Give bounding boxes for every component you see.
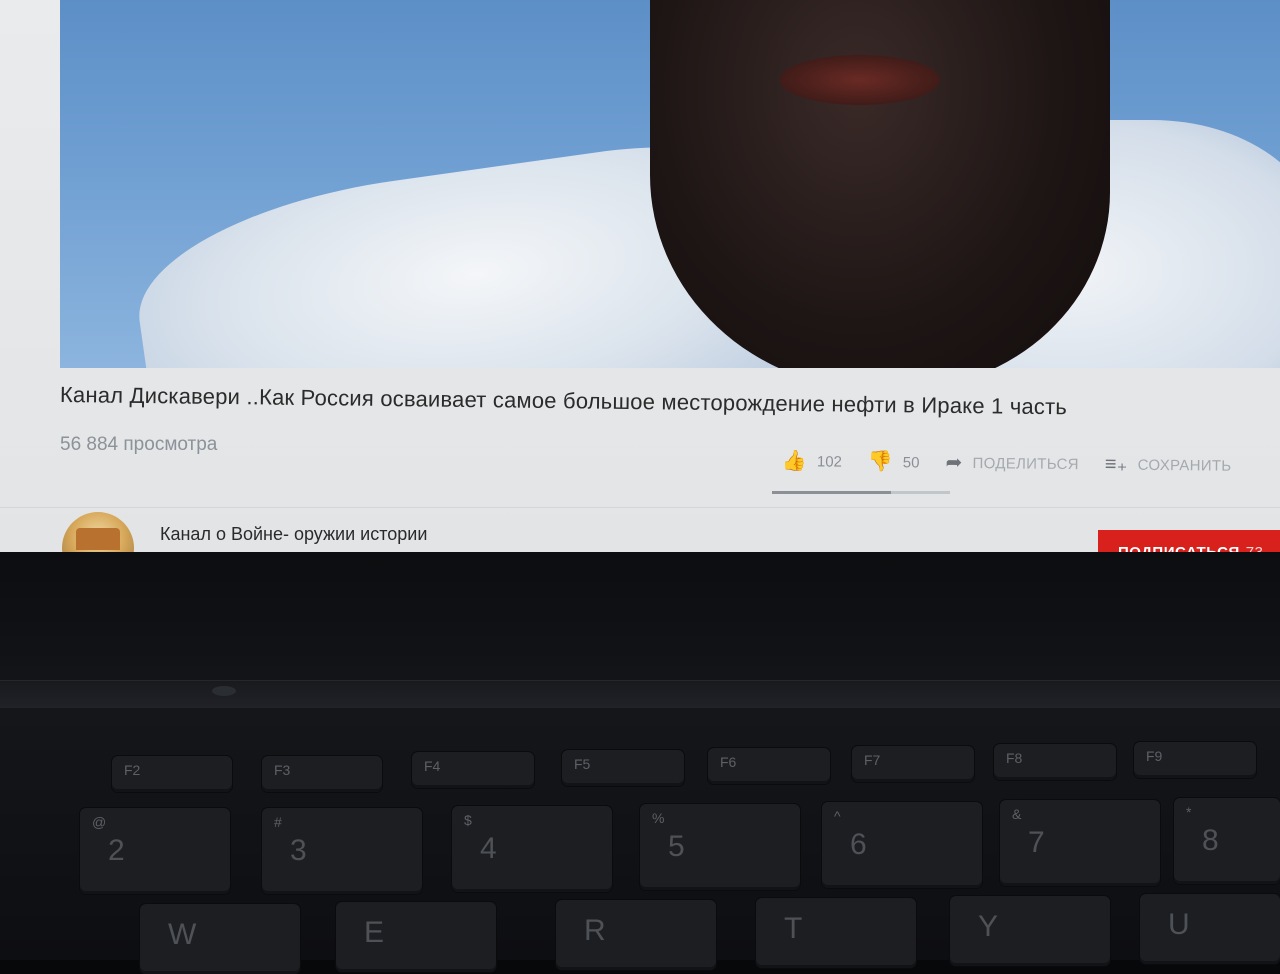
channel-name[interactable]: Канал о Войне- оружии истории <box>160 524 427 545</box>
key-f9[interactable]: F9 <box>1134 742 1256 778</box>
key-2[interactable]: @2 <box>80 808 230 894</box>
key-letter: W <box>168 918 197 951</box>
like-ratio-bar <box>772 491 950 494</box>
key-letter: E <box>364 916 385 949</box>
key-digit: 7 <box>1028 826 1045 859</box>
key-f2[interactable]: F2 <box>112 756 232 792</box>
thumbs-down-icon: 👎 <box>867 450 893 474</box>
share-arrow-icon: ➦ <box>945 451 963 474</box>
like-ratio-fill <box>772 491 892 494</box>
video-frame-mouth <box>780 55 940 105</box>
key-digit: 4 <box>480 832 497 865</box>
key-f8[interactable]: F8 <box>994 744 1116 780</box>
key-label: F4 <box>424 758 441 774</box>
key-f3[interactable]: F3 <box>262 756 382 792</box>
save-label: СОХРАНИТЬ <box>1137 456 1232 475</box>
video-actions: 👍 102 👎 50 ➦ ПОДЕЛИТЬСЯ ≡₊ СОХРАНИТЬ <box>782 448 1258 479</box>
key-3[interactable]: #3 <box>262 808 422 894</box>
key-symbol: * <box>1186 804 1192 820</box>
key-f7[interactable]: F7 <box>852 746 974 782</box>
key-letter: R <box>584 914 606 947</box>
key-6[interactable]: ^ 6 <box>822 802 982 888</box>
key-label: F6 <box>720 754 737 770</box>
key-symbol: & <box>1012 806 1022 822</box>
key-letter: U <box>1168 908 1190 941</box>
key-w[interactable]: W <box>140 904 300 974</box>
laptop-hinge <box>0 680 1280 709</box>
key-letter: Y <box>978 910 999 943</box>
key-e[interactable]: E <box>336 902 496 972</box>
avatar-image <box>76 528 120 550</box>
key-f6[interactable]: F6 <box>708 748 830 784</box>
video-player[interactable] <box>60 0 1280 368</box>
view-count: 56 884 просмотра <box>60 434 218 455</box>
share-button[interactable]: ➦ ПОДЕЛИТЬСЯ <box>945 451 1079 474</box>
divider <box>0 507 1280 508</box>
dislike-button[interactable]: 👎 50 <box>867 450 920 474</box>
key-digit: 5 <box>668 830 685 863</box>
key-u[interactable]: U <box>1140 894 1280 964</box>
key-digit: 8 <box>1202 824 1219 857</box>
key-8[interactable]: * 8 <box>1174 798 1280 884</box>
power-indicator <box>212 686 236 696</box>
laptop-screen: Канал Дискавери ..Как Россия осваивает с… <box>0 0 1280 560</box>
key-digit: 2 <box>108 834 125 867</box>
save-button[interactable]: ≡₊ СОХРАНИТЬ <box>1104 453 1232 476</box>
key-f5[interactable]: F5 <box>562 750 684 786</box>
key-symbol: # <box>274 814 282 830</box>
key-4[interactable]: $4 <box>452 806 612 892</box>
key-symbol: @ <box>92 814 107 830</box>
playlist-add-icon: ≡₊ <box>1104 453 1128 476</box>
key-t[interactable]: T <box>756 898 916 968</box>
key-label: F9 <box>1146 748 1163 764</box>
key-symbol: ^ <box>834 808 841 824</box>
like-button[interactable]: 👍 102 <box>781 450 843 473</box>
key-y[interactable]: Y <box>950 896 1110 966</box>
thumbs-up-icon: 👍 <box>781 450 808 473</box>
key-label: F8 <box>1006 750 1023 766</box>
key-symbol: % <box>652 810 665 826</box>
key-5[interactable]: % 5 <box>640 804 800 890</box>
keyboard: F2 F3 F4 F5 F6 F7 F8 F9 @2 #3 $4 % 5 ^ 6 &… <box>0 708 1280 974</box>
key-7[interactable]: & 7 <box>1000 800 1160 886</box>
key-digit: 6 <box>850 828 867 861</box>
video-title: Канал Дискавери ..Как Россия осваивает с… <box>59 382 1068 420</box>
share-label: ПОДЕЛИТЬСЯ <box>972 454 1079 473</box>
key-label: F3 <box>274 762 291 778</box>
like-count: 102 <box>816 452 843 471</box>
key-label: F7 <box>864 752 881 768</box>
key-symbol: $ <box>464 812 472 828</box>
key-letter: T <box>784 912 803 945</box>
key-label: F2 <box>124 762 141 778</box>
key-label: F5 <box>574 756 591 772</box>
key-f4[interactable]: F4 <box>412 752 534 788</box>
dislike-count: 50 <box>902 453 920 471</box>
key-digit: 3 <box>290 834 307 867</box>
